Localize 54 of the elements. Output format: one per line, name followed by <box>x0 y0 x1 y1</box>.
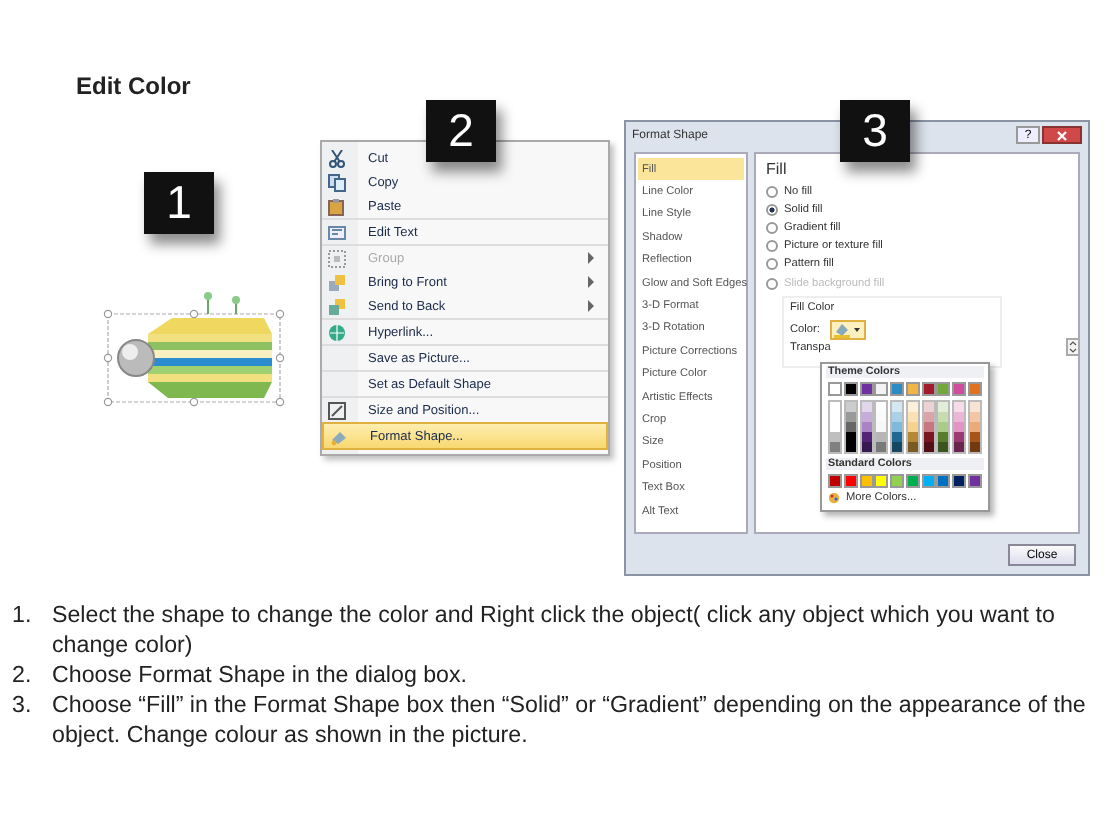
color-picker-button[interactable] <box>829 320 866 341</box>
color-swatch[interactable] <box>890 382 905 396</box>
text-box-icon <box>328 223 346 241</box>
shade-column[interactable] <box>859 400 874 454</box>
instruction-text: Select the shape to change the color and Right click the object( click any object which you want to change color) <box>52 600 1057 661</box>
shade-column[interactable] <box>890 400 905 454</box>
shade-column[interactable] <box>936 400 951 454</box>
color-swatch[interactable] <box>874 474 889 488</box>
color-swatch[interactable] <box>936 474 951 488</box>
color-swatch[interactable] <box>905 474 920 488</box>
color-swatch[interactable] <box>828 474 842 488</box>
group-icon <box>328 249 346 267</box>
paste-icon <box>328 197 346 215</box>
color-swatch[interactable] <box>905 382 920 396</box>
color-swatch[interactable] <box>843 474 858 488</box>
color-swatch[interactable] <box>874 382 889 396</box>
color-swatch[interactable] <box>828 382 842 396</box>
color-swatch[interactable] <box>921 474 936 488</box>
copy-icon <box>328 173 346 191</box>
bring-front-icon <box>328 273 346 291</box>
color-swatch[interactable] <box>952 474 967 488</box>
shade-column[interactable] <box>905 400 920 454</box>
palette-icon <box>828 492 840 504</box>
shade-column[interactable] <box>952 400 967 454</box>
color-swatch[interactable] <box>967 474 982 488</box>
close-button[interactable] <box>1042 126 1082 144</box>
send-back-icon <box>328 297 346 315</box>
color-swatch[interactable] <box>936 382 951 396</box>
step-badge: 3 <box>840 100 910 162</box>
step-number: 1. <box>12 600 34 632</box>
color-swatch[interactable] <box>890 474 905 488</box>
step-badge: 2 <box>426 100 496 162</box>
resize-icon <box>328 401 346 419</box>
paint-icon <box>330 427 348 445</box>
color-swatch[interactable] <box>859 474 874 488</box>
close-icon <box>1056 129 1068 141</box>
color-swatch[interactable] <box>843 382 858 396</box>
pane-heading: Fill <box>766 160 789 178</box>
slide-title: Edit Color <box>76 72 193 100</box>
color-swatch[interactable] <box>859 382 874 396</box>
step-number: 2. <box>12 660 34 691</box>
step-number: 3. <box>12 690 34 723</box>
globe-icon <box>328 323 346 341</box>
color-swatch[interactable] <box>921 382 936 396</box>
color-swatch[interactable] <box>967 382 982 396</box>
scissors-icon <box>328 149 346 167</box>
shade-column[interactable] <box>921 400 936 454</box>
shade-column[interactable] <box>967 400 982 454</box>
shade-column[interactable] <box>843 400 858 454</box>
step-badge: 1 <box>144 172 214 234</box>
instruction-text: Choose “Fill” in the Format Shape box then “Solid” or “Gradient” depending on the appearance of the object. Change colour as shown in the picture. <box>52 690 1088 751</box>
spinner-icon[interactable] <box>1066 338 1080 357</box>
instruction-text: Choose Format Shape in the dialog box. <box>52 660 470 691</box>
color-swatch[interactable] <box>952 382 967 396</box>
